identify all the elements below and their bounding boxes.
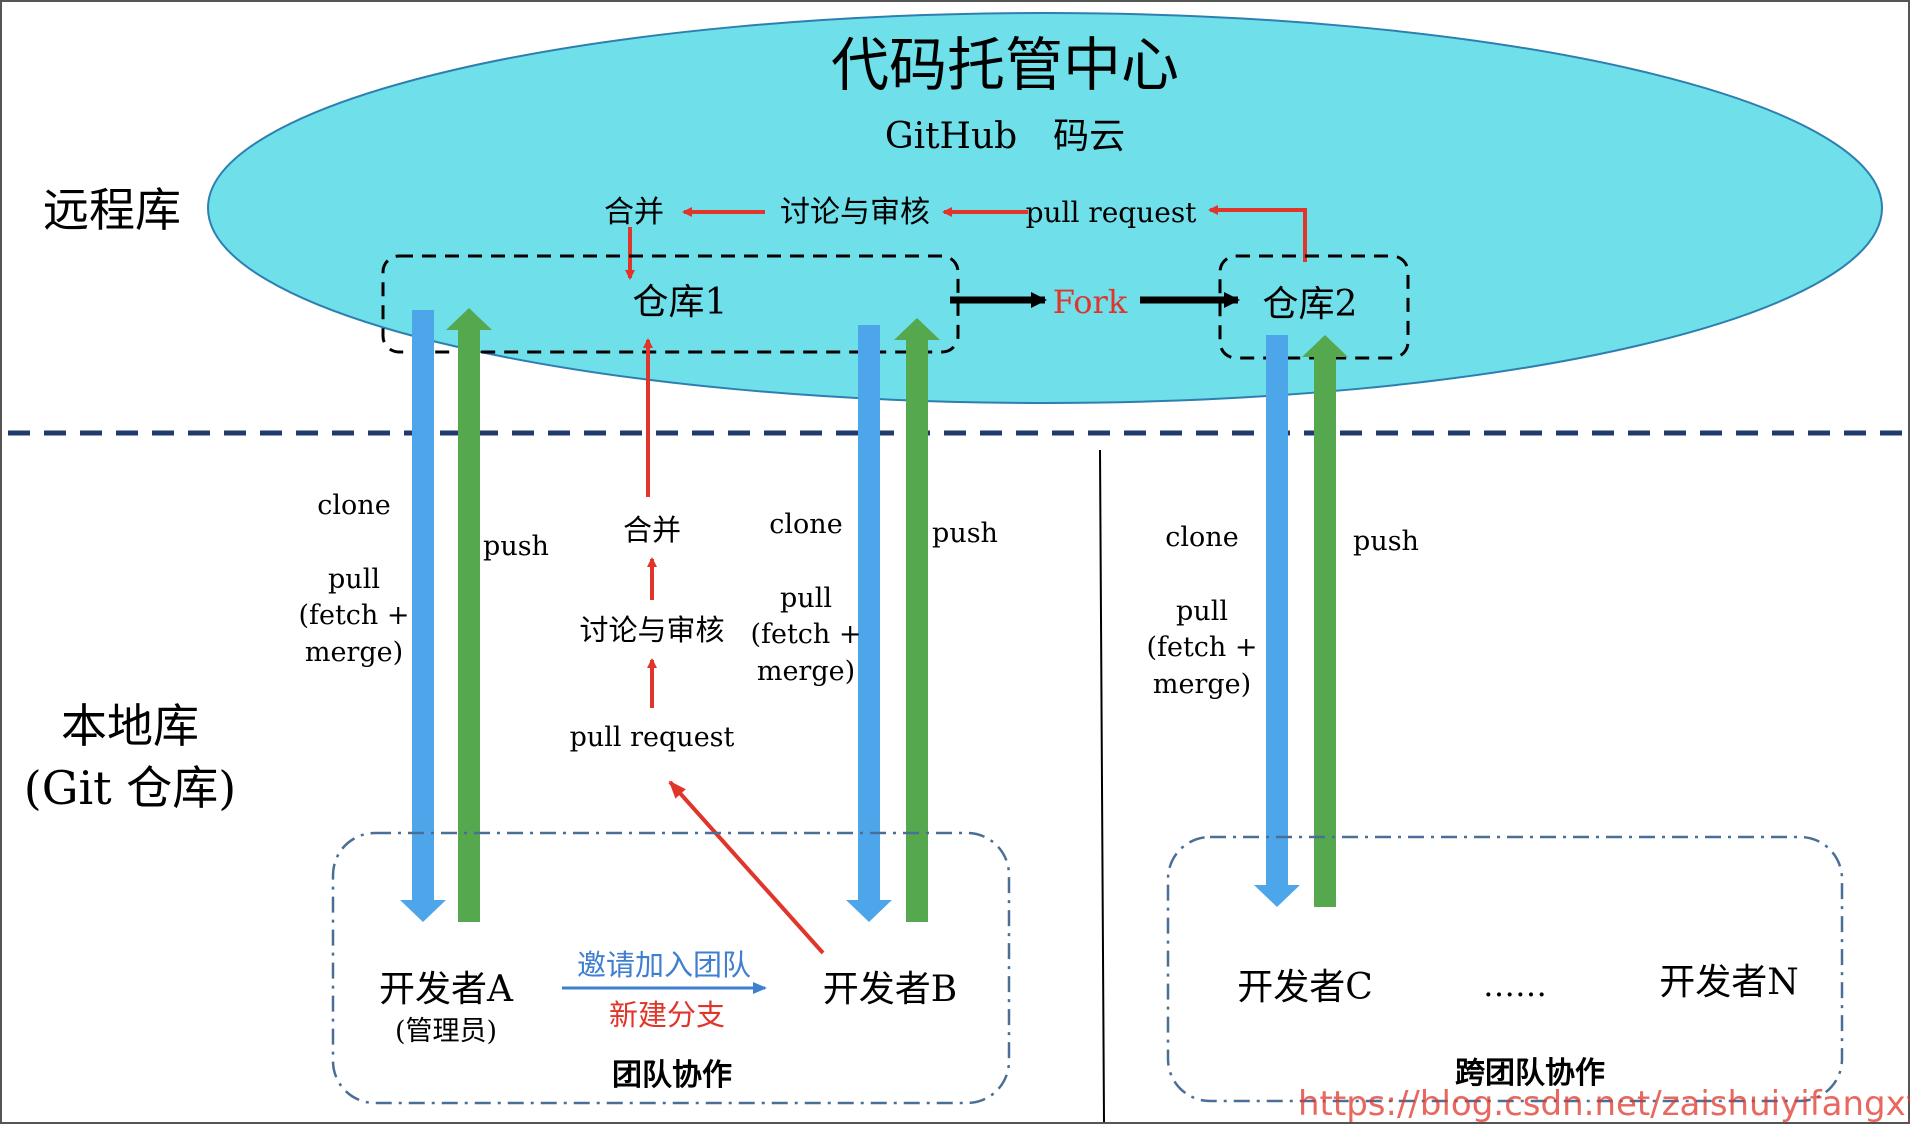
hosting-center-title: 代码托管中心 xyxy=(831,31,1179,99)
developer-ellipsis: …… xyxy=(1483,966,1547,1004)
developer-n-label: 开发者N xyxy=(1659,962,1799,1003)
merge-label-b: merge) xyxy=(757,656,855,687)
pull-label-a: pull xyxy=(328,564,380,595)
merge-label-a: merge) xyxy=(305,637,403,668)
local-repo-label: 本地库 xyxy=(61,699,199,753)
clone-label-a: clone xyxy=(317,490,390,521)
local-pull-request-label: pull request xyxy=(570,722,735,753)
local-repo-sublabel: (Git 仓库) xyxy=(24,761,236,815)
pull-label-b: pull xyxy=(780,583,832,614)
git-collaboration-diagram: 代码托管中心 GitHub 码云 远程库 本地库 (Git 仓库) 合并 讨论与… xyxy=(0,0,1910,1124)
developer-a-role: (管理员) xyxy=(395,1016,497,1047)
watermark: https://blog.csdn.net/zaishuiyifangxym xyxy=(1298,1084,1910,1124)
remote-repo-label: 远程库 xyxy=(43,183,181,237)
team-separator xyxy=(1099,449,1105,1123)
repo2-label: 仓库2 xyxy=(1263,284,1358,325)
clone-label-c: clone xyxy=(1165,522,1238,553)
team-collab-label: 团队协作 xyxy=(612,1058,732,1093)
new-branch-label: 新建分支 xyxy=(609,998,725,1032)
pull-label-c: pull xyxy=(1176,596,1228,627)
remote-review-label: 讨论与审核 xyxy=(780,195,930,230)
remote-merge-label: 合并 xyxy=(604,195,664,230)
push-arrow-a xyxy=(446,308,492,922)
fetch-label-b: (fetch + xyxy=(750,619,861,650)
push-arrow-b xyxy=(894,318,940,922)
developer-a-label: 开发者A xyxy=(379,969,514,1010)
remote-pull-request-label: pull request xyxy=(1026,196,1198,229)
devb-to-pr-arrow xyxy=(668,780,825,955)
push-label-a: push xyxy=(483,531,549,562)
repo1-label: 仓库1 xyxy=(633,282,728,323)
clone-pull-arrow-c xyxy=(1254,335,1300,907)
push-arrow-c xyxy=(1302,335,1348,907)
developer-c-label: 开发者C xyxy=(1237,967,1373,1008)
clone-label-b: clone xyxy=(769,509,842,540)
local-review-label: 讨论与审核 xyxy=(579,613,724,647)
hosting-platforms: GitHub 码云 xyxy=(885,116,1125,157)
local-merge-label: 合并 xyxy=(623,513,681,547)
invite-team-label: 邀请加入团队 xyxy=(577,948,751,982)
push-label-b: push xyxy=(932,518,998,549)
fetch-label-a: (fetch + xyxy=(298,600,409,631)
merge-label-c: merge) xyxy=(1153,669,1251,700)
push-label-c: push xyxy=(1353,526,1419,557)
fetch-label-c: (fetch + xyxy=(1146,632,1257,663)
developer-b-label: 开发者B xyxy=(823,969,957,1010)
fork-label: Fork xyxy=(1053,283,1128,321)
